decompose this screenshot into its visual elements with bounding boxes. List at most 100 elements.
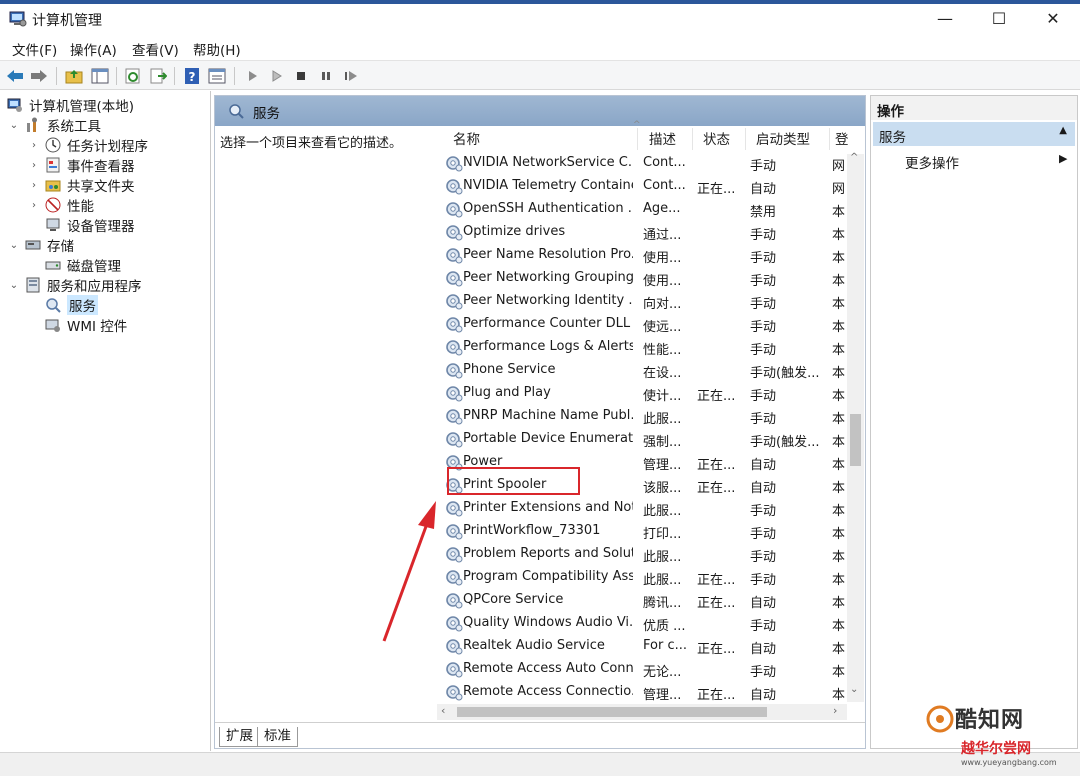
tree-event-viewer[interactable]: › 事件查看器: [6, 155, 148, 175]
vertical-scrollbar[interactable]: ^ ⌄: [847, 152, 864, 702]
help-icon[interactable]: ?: [181, 65, 203, 87]
pause-icon[interactable]: [315, 65, 337, 87]
tree-wmi[interactable]: WMI 控件: [6, 315, 148, 335]
tree-system-tools[interactable]: ⌄ 系统工具: [6, 115, 148, 135]
service-description: 此服...: [643, 412, 682, 427]
table-row[interactable]: Portable Device Enumerat... 强制... 手动(触发...…: [437, 428, 847, 451]
menu-view[interactable]: 查看(V): [132, 39, 179, 59]
properties-icon[interactable]: [206, 65, 228, 87]
scroll-thumb[interactable]: [457, 707, 767, 717]
show-hide-tree-icon[interactable]: [89, 65, 111, 87]
service-description: 性能...: [643, 343, 682, 358]
table-row[interactable]: Printer Extensions and Noti... 此服... 手动 本: [437, 497, 847, 520]
table-row[interactable]: Phone Service 在设... 手动(触发... 本: [437, 359, 847, 382]
service-name: QPCore Service: [463, 592, 564, 607]
tree-storage[interactable]: ⌄ 存储: [6, 235, 148, 255]
column-header-name[interactable]: 名称: [453, 128, 480, 148]
service-gear-icon: [445, 408, 463, 425]
scroll-left-icon[interactable]: ‹: [441, 704, 445, 717]
table-row[interactable]: Program Compatibility Assi... 此服... 正在... 手…: [437, 566, 847, 589]
table-row[interactable]: Realtek Audio Service For c... 正在... 自动 本: [437, 635, 847, 658]
minimize-button[interactable]: —: [922, 4, 968, 34]
tab-standard[interactable]: 标准: [257, 727, 298, 747]
menu-help[interactable]: 帮助(H): [193, 39, 241, 59]
table-row[interactable]: Peer Networking Identity ... 向对... 手动 本: [437, 290, 847, 313]
tree-root[interactable]: 计算机管理(本地): [6, 95, 148, 115]
scroll-up-icon[interactable]: ^: [850, 152, 858, 163]
tree-task-scheduler[interactable]: › 任务计划程序: [6, 135, 148, 155]
service-name: NVIDIA NetworkService C...: [463, 155, 633, 170]
scroll-right-icon[interactable]: ›: [833, 704, 837, 717]
actions-section-services[interactable]: 服务 ▲: [873, 122, 1075, 146]
tree-services-apps[interactable]: ⌄ 服务和应用程序: [6, 275, 148, 295]
collapse-up-icon[interactable]: ▲: [1059, 125, 1067, 136]
refresh-icon[interactable]: [122, 65, 144, 87]
table-row[interactable]: NVIDIA Telemetry Container Cont... 正在... 自动…: [437, 175, 847, 198]
table-row[interactable]: OpenSSH Authentication ... Age... 禁用 本: [437, 198, 847, 221]
column-header-status[interactable]: 状态: [703, 128, 730, 148]
tree-performance[interactable]: › 性能: [6, 195, 148, 215]
table-row[interactable]: Remote Access Connectio... 管理... 正在... 自动 本: [437, 681, 847, 704]
start-outline-icon[interactable]: [266, 65, 288, 87]
tree-device-manager[interactable]: 设备管理器: [6, 215, 148, 235]
service-name: Peer Name Resolution Pro...: [463, 247, 633, 262]
table-row[interactable]: QPCore Service 腾讯... 正在... 自动 本: [437, 589, 847, 612]
column-header-logon[interactable]: 登: [835, 128, 849, 148]
chevron-down-icon[interactable]: ⌄: [8, 120, 20, 131]
service-name: Peer Networking Grouping: [463, 270, 633, 285]
service-startup-type: 自动: [750, 688, 777, 703]
chevron-down-icon[interactable]: ⌄: [8, 240, 20, 251]
table-row[interactable]: NVIDIA NetworkService C... Cont... 手动 网: [437, 152, 847, 175]
more-actions-item[interactable]: 更多操作: [905, 152, 959, 172]
back-arrow-icon[interactable]: [4, 65, 26, 87]
export-list-icon[interactable]: [147, 65, 169, 87]
chevron-down-icon[interactable]: ⌄: [8, 280, 20, 291]
scroll-down-icon[interactable]: ⌄: [850, 684, 858, 695]
column-header-desc[interactable]: 描述: [649, 128, 676, 148]
service-name: NVIDIA Telemetry Container: [463, 178, 633, 193]
service-gear-icon: [445, 339, 463, 356]
table-row[interactable]: PrintWorkflow_73301 打印... 手动 本: [437, 520, 847, 543]
service-startup-type: 自动: [750, 458, 777, 473]
restart-icon[interactable]: [340, 65, 362, 87]
service-status: 正在...: [697, 573, 736, 588]
table-row[interactable]: Problem Reports and Solut... 此服... 手动 本: [437, 543, 847, 566]
table-row[interactable]: Quality Windows Audio Vi... 优质 ... 手动 本: [437, 612, 847, 635]
submenu-arrow-icon[interactable]: ▶: [1059, 152, 1067, 165]
scroll-thumb[interactable]: [850, 414, 861, 466]
table-row[interactable]: Peer Networking Grouping 使用... 手动 本: [437, 267, 847, 290]
service-name: Printer Extensions and Noti...: [463, 500, 633, 515]
chevron-right-icon[interactable]: ›: [28, 180, 40, 191]
column-header-startup[interactable]: 启动类型: [756, 128, 810, 148]
horizontal-scrollbar[interactable]: ‹ ›: [437, 704, 847, 720]
up-folder-icon[interactable]: [63, 65, 85, 87]
service-description: 腾讯...: [643, 596, 682, 611]
tab-extended[interactable]: 扩展: [219, 727, 260, 747]
chevron-right-icon[interactable]: ›: [28, 140, 40, 151]
service-gear-icon: [445, 155, 463, 172]
start-icon[interactable]: [242, 65, 264, 87]
shared-folder-icon: [44, 177, 62, 193]
service-name: PrintWorkflow_73301: [463, 523, 601, 538]
table-row[interactable]: Peer Name Resolution Pro... 使用... 手动 本: [437, 244, 847, 267]
table-row[interactable]: Optimize drives 通过... 手动 本: [437, 221, 847, 244]
tree-shared-folders[interactable]: › 共享文件夹: [6, 175, 148, 195]
chevron-right-icon[interactable]: ›: [28, 200, 40, 211]
table-row[interactable]: Performance Logs & Alerts 性能... 手动 本: [437, 336, 847, 359]
tree-disk-management[interactable]: 磁盘管理: [6, 255, 148, 275]
table-row[interactable]: Plug and Play 使计... 正在... 手动 本: [437, 382, 847, 405]
close-button[interactable]: ✕: [1030, 4, 1076, 34]
tree-services[interactable]: 服务: [6, 295, 148, 315]
menu-action[interactable]: 操作(A): [70, 39, 117, 59]
service-startup-type: 自动: [750, 596, 777, 611]
maximize-button[interactable]: ☐: [976, 4, 1022, 34]
table-row[interactable]: Performance Counter DLL ... 使远... 手动 本: [437, 313, 847, 336]
stop-icon[interactable]: [290, 65, 312, 87]
chevron-right-icon[interactable]: ›: [28, 160, 40, 171]
table-row[interactable]: PNRP Machine Name Publ... 此服... 手动 本: [437, 405, 847, 428]
service-description: 此服...: [643, 504, 682, 519]
service-logon: 本: [832, 228, 846, 243]
table-row[interactable]: Remote Access Auto Conn... 无论... 手动 本: [437, 658, 847, 681]
forward-arrow-icon[interactable]: [28, 65, 50, 87]
menu-file[interactable]: 文件(F): [12, 39, 57, 59]
